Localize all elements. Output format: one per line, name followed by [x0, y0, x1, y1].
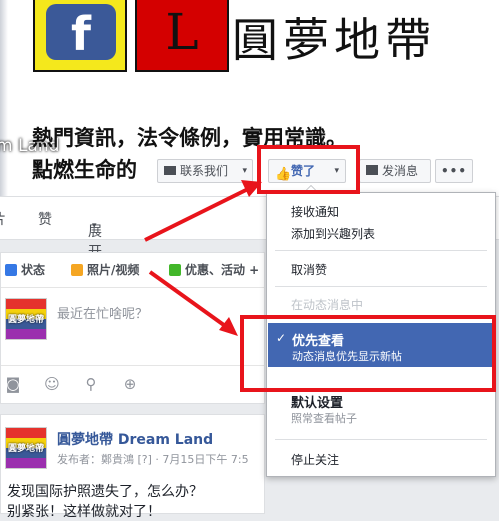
annotation-arrow-head [219, 317, 238, 336]
annotation-arrow-line [144, 185, 253, 242]
annotation-arrow-line [148, 270, 230, 330]
annotation-arrow-head [241, 180, 262, 197]
annotation-arrows [144, 180, 262, 336]
